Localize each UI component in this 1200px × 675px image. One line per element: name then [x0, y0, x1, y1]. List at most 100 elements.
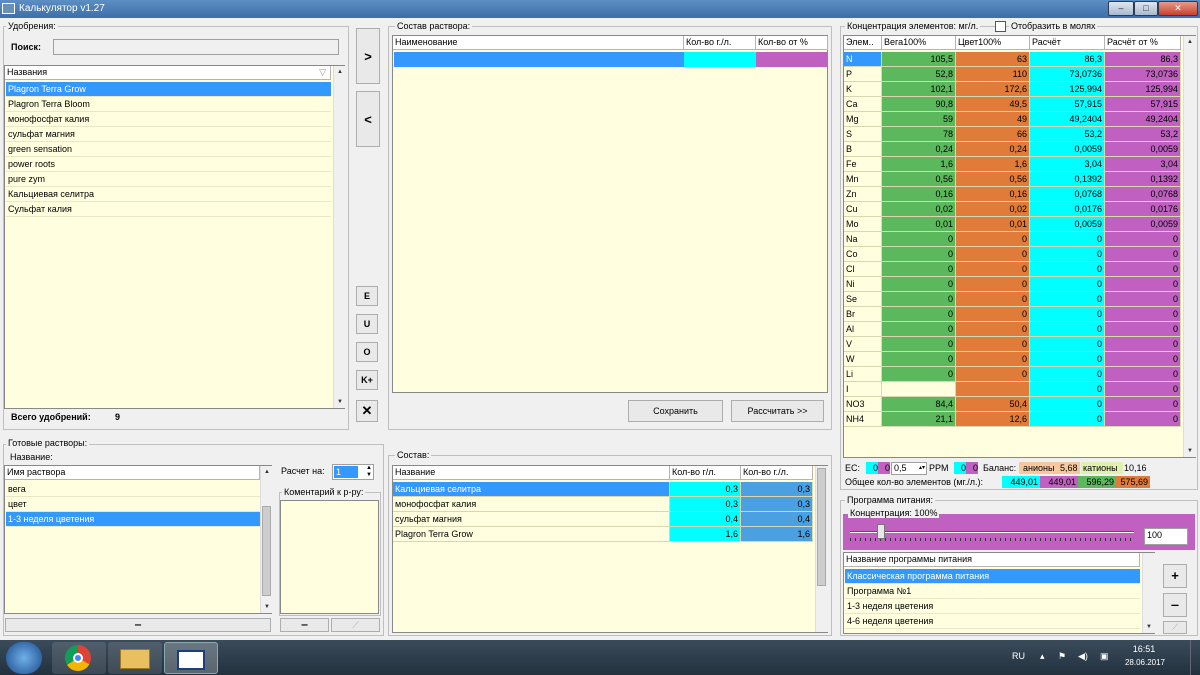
scroll-down-icon[interactable]: ▼: [335, 397, 345, 407]
scroll-up-icon[interactable]: ▲: [262, 467, 272, 477]
filter-icon[interactable]: ▽: [319, 66, 326, 79]
maximize-button[interactable]: □: [1134, 1, 1158, 16]
conc-element[interactable]: Mg: [844, 112, 882, 127]
program-col-name[interactable]: Название программы питания: [844, 553, 1140, 567]
composition-item-qty2[interactable]: 0,4: [741, 512, 813, 527]
volume-icon[interactable]: ◀): [1078, 651, 1088, 662]
fertilizer-item[interactable]: Сульфат калия: [6, 202, 331, 217]
calculate-button[interactable]: Рассчитать >>: [731, 400, 824, 422]
remove-program-button[interactable]: ‒: [1163, 593, 1187, 617]
spinner-arrows-icon[interactable]: ▲ ▼: [366, 465, 372, 479]
close-button[interactable]: ✕: [1158, 1, 1198, 16]
conc-element[interactable]: NO3: [844, 397, 882, 412]
scroll-down-icon[interactable]: ▼: [1185, 446, 1195, 456]
solution-col-name[interactable]: Наименование: [393, 36, 684, 50]
program-conc-value[interactable]: 100: [1144, 528, 1188, 545]
fertilizer-item[interactable]: green sensation: [6, 142, 331, 157]
u-button[interactable]: U: [356, 314, 378, 334]
scroll-down-icon[interactable]: ▼: [262, 602, 272, 612]
scroll-down-icon[interactable]: ▼: [1144, 622, 1154, 632]
conc-col-calc[interactable]: Расчёт: [1030, 36, 1105, 50]
fertilizer-list-header[interactable]: Названия ▽: [5, 66, 331, 80]
conc-col-vega[interactable]: Вега100%: [882, 36, 956, 50]
search-input[interactable]: [53, 39, 339, 55]
moles-checkbox[interactable]: [995, 21, 1006, 32]
conc-element[interactable]: Li: [844, 367, 882, 382]
solution-empty-row-name[interactable]: [394, 52, 684, 67]
composition-item-qty[interactable]: 0,3: [670, 482, 741, 497]
program-chart-icon[interactable]: ⟋: [1163, 621, 1187, 634]
composition-item-name[interactable]: сульфат магния: [393, 512, 670, 527]
conc-element[interactable]: Zn: [844, 187, 882, 202]
comp-col-qty[interactable]: Кол-во г/л.: [670, 466, 741, 480]
conc-element[interactable]: V: [844, 337, 882, 352]
solution-empty-row-qty[interactable]: [684, 52, 756, 67]
ready-col-name[interactable]: Имя раствора: [5, 466, 260, 480]
conc-element[interactable]: Cl: [844, 262, 882, 277]
scroll-thumb[interactable]: [262, 506, 271, 596]
save-button[interactable]: Сохранить: [628, 400, 723, 422]
network-icon[interactable]: ▣: [1100, 651, 1109, 662]
composition-item-name[interactable]: Кальциевая селитра: [393, 482, 670, 497]
conc-element[interactable]: NH4: [844, 412, 882, 427]
conc-col-element[interactable]: Элем..: [844, 36, 882, 50]
start-button[interactable]: [6, 642, 42, 674]
conc-col-calc-percent[interactable]: Расчёт от %: [1105, 36, 1181, 50]
conc-element[interactable]: Al: [844, 322, 882, 337]
fertilizer-item[interactable]: Plagron Terra Bloom: [6, 97, 331, 112]
composition-item-name[interactable]: Plagron Terra Grow: [393, 527, 670, 542]
conc-element[interactable]: K: [844, 82, 882, 97]
conc-element[interactable]: Mn: [844, 172, 882, 187]
fertilizer-item[interactable]: power roots: [6, 157, 331, 172]
composition-item-qty[interactable]: 0,3: [670, 497, 741, 512]
program-item[interactable]: Программа №1: [845, 584, 1140, 599]
fertilizer-item[interactable]: сульфат магния: [6, 127, 331, 142]
scroll-up-icon[interactable]: ▲: [1185, 37, 1195, 47]
k-plus-button[interactable]: K+: [356, 370, 378, 390]
composition-item-qty2[interactable]: 0,3: [741, 497, 813, 512]
chart-icon[interactable]: ⟋: [331, 618, 380, 632]
o-button[interactable]: O: [356, 342, 378, 362]
conc-element[interactable]: I: [844, 382, 882, 397]
composition-item-name[interactable]: монофосфат калия: [393, 497, 670, 512]
scroll-up-icon[interactable]: ▲: [335, 67, 345, 77]
conc-element[interactable]: Cu: [844, 202, 882, 217]
composition-item-qty2[interactable]: 0,3: [741, 482, 813, 497]
composition-item-qty2[interactable]: 1,6: [741, 527, 813, 542]
remove-from-solution-button[interactable]: <: [356, 91, 380, 147]
fertilizer-scrollbar[interactable]: ▲ ▼: [333, 66, 345, 408]
explorer-taskbar-icon[interactable]: [108, 642, 162, 674]
conc-element[interactable]: Fe: [844, 157, 882, 172]
program-item[interactable]: Классическая программа питания: [845, 569, 1140, 584]
fertilizer-item[interactable]: Plagron Terra Grow: [6, 82, 331, 97]
fertilizer-item[interactable]: монофосфат калия: [6, 112, 331, 127]
ready-solution-item[interactable]: вега: [6, 482, 260, 497]
chrome-taskbar-icon[interactable]: [52, 642, 106, 674]
show-desktop-button[interactable]: [1190, 640, 1200, 675]
add-to-solution-button[interactable]: >: [356, 28, 380, 84]
program-scrollbar[interactable]: ▼: [1142, 553, 1155, 633]
comment-textarea[interactable]: [280, 500, 379, 614]
concentration-scrollbar[interactable]: ▲ ▼: [1183, 36, 1196, 457]
comp-col-qty2[interactable]: Кол-во г./л.: [741, 466, 813, 480]
delete-button[interactable]: ✕: [356, 400, 378, 422]
solution-col-percent[interactable]: Кол-во от %: [756, 36, 828, 50]
composition-item-qty[interactable]: 1,6: [670, 527, 741, 542]
ready-solution-item[interactable]: цвет: [6, 497, 260, 512]
conc-col-cvet[interactable]: Цвет100%: [956, 36, 1030, 50]
spinner-arrows-icon[interactable]: ▴▾: [919, 463, 925, 474]
solution-empty-row-percent[interactable]: [756, 52, 828, 67]
conc-element[interactable]: Mo: [844, 217, 882, 232]
delete-comment-button[interactable]: ‒: [280, 618, 329, 632]
program-item[interactable]: 1-3 неделя цветения: [845, 599, 1140, 614]
comp-col-name[interactable]: Название: [393, 466, 670, 480]
e-button[interactable]: E: [356, 286, 378, 306]
minimize-button[interactable]: ‒: [1108, 1, 1134, 16]
composition-scrollbar[interactable]: [815, 466, 828, 632]
conc-element[interactable]: Ca: [844, 97, 882, 112]
clock-date[interactable]: 28.06.2017: [1120, 658, 1170, 667]
conc-element[interactable]: W: [844, 352, 882, 367]
conc-element[interactable]: Se: [844, 292, 882, 307]
scroll-thumb[interactable]: [817, 468, 826, 586]
conc-element[interactable]: Na: [844, 232, 882, 247]
